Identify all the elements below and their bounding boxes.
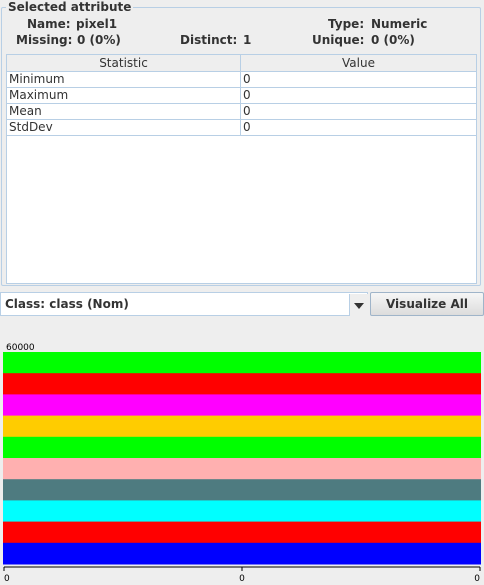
unique-value: 0 (0%)	[371, 33, 415, 47]
visualize-all-button[interactable]: Visualize All	[370, 292, 484, 316]
table-row[interactable]: Mean 0	[7, 104, 476, 120]
y-max-label: 60000	[6, 343, 35, 353]
name-value: pixel1	[76, 17, 118, 31]
histogram-bar-segment	[3, 521, 481, 544]
x-tick-label: 0	[239, 574, 245, 584]
unique-label: Unique:	[312, 33, 365, 47]
type-label: Type:	[328, 17, 365, 31]
distinct-value: 1	[243, 33, 252, 47]
value-cell: 0	[243, 120, 251, 134]
name-label: Name:	[27, 17, 71, 31]
histogram-bar-segment	[3, 373, 481, 395]
distinct-label: Distinct:	[180, 33, 238, 47]
value-cell: 0	[243, 104, 251, 118]
class-select-value: Class: class (Nom)	[5, 297, 129, 311]
histogram-bar-segment	[3, 436, 481, 459]
class-select[interactable]: Class: class (Nom)	[0, 292, 368, 316]
statistic-cell: Minimum	[7, 72, 241, 87]
histogram-bar-segment	[3, 479, 481, 501]
value-cell: 0	[243, 88, 251, 102]
panel-title: Selected attribute	[6, 0, 134, 15]
column-header-value[interactable]: Value	[241, 55, 476, 71]
histogram-bar-segment	[3, 458, 481, 480]
chevron-down-icon[interactable]	[349, 294, 368, 316]
class-bar: Class: class (Nom) Visualize All	[0, 292, 484, 316]
statistic-cell: Mean	[7, 104, 241, 119]
statistic-cell: StdDev	[7, 120, 241, 135]
histogram-bar-segment	[3, 415, 481, 438]
missing-value: 0 (0%)	[77, 33, 121, 47]
histogram-chart: 60000 0 0 0	[3, 343, 481, 584]
statistic-cell: Maximum	[7, 88, 241, 103]
column-header-statistic[interactable]: Statistic	[7, 55, 241, 71]
type-value: Numeric	[371, 17, 428, 31]
histogram: 60000 0 0 0	[0, 340, 484, 585]
table-header: Statistic Value	[7, 55, 476, 72]
statistics-table: Statistic Value Minimum 0 Maximum 0 Mean…	[6, 54, 477, 284]
x-tick-label: 0	[4, 574, 10, 584]
table-row[interactable]: Minimum 0	[7, 72, 476, 88]
table-row[interactable]: Maximum 0	[7, 88, 476, 104]
histogram-bar-segment	[3, 394, 481, 417]
x-tick-label: 0	[474, 574, 480, 584]
histogram-bar-segment	[3, 500, 481, 523]
missing-label: Missing:	[16, 33, 73, 47]
selected-attribute-panel: Selected attribute Name: pixel1 Type: Nu…	[0, 0, 482, 286]
table-row[interactable]: StdDev 0	[7, 120, 476, 136]
histogram-bar-segment	[3, 352, 481, 374]
value-cell: 0	[243, 72, 251, 86]
histogram-bar-segment	[3, 542, 481, 565]
